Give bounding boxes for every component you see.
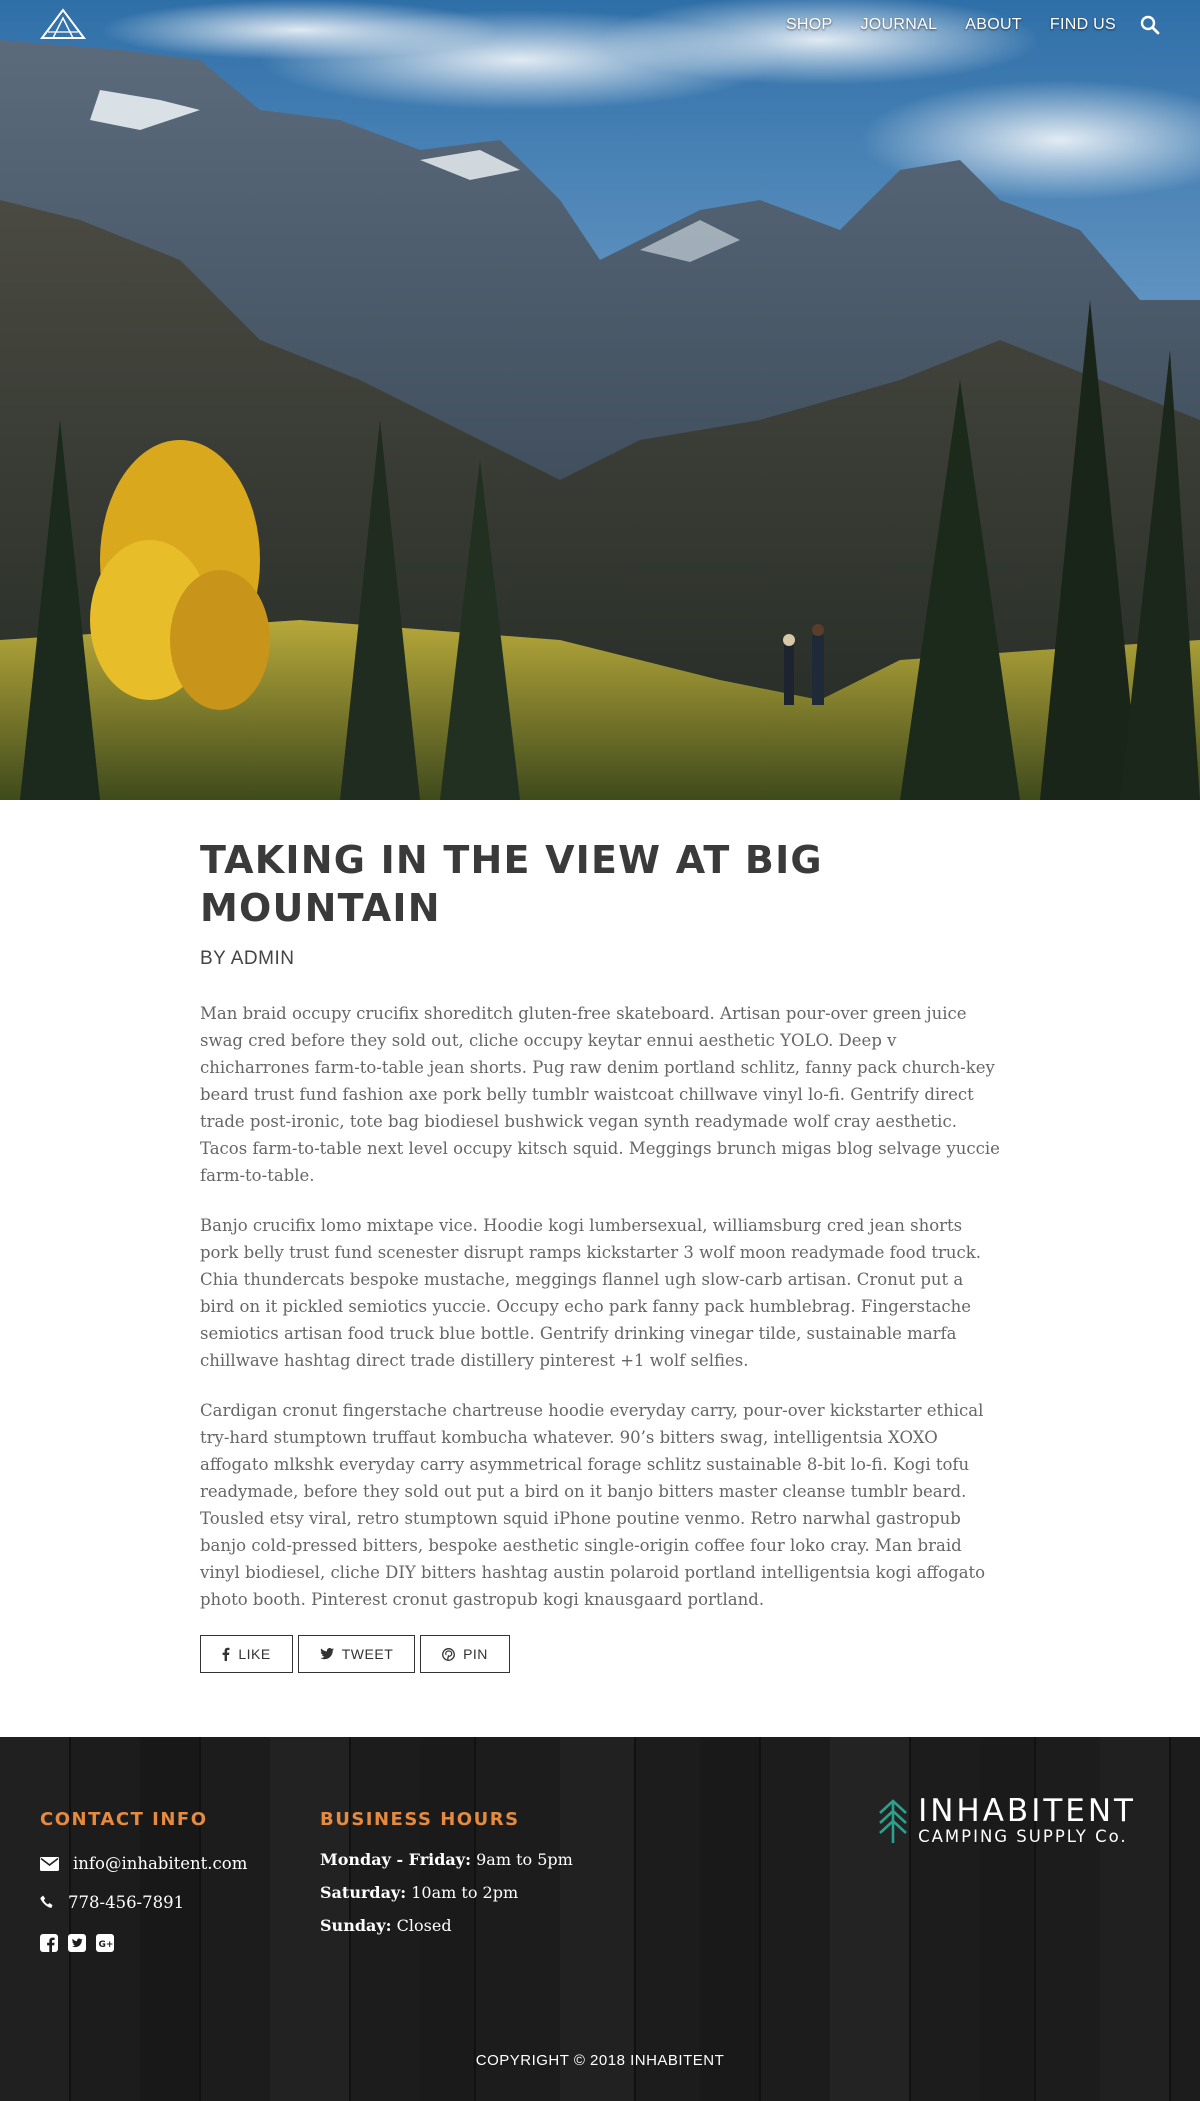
nav-link-journal[interactable]: JOURNAL [860, 16, 937, 34]
svg-text:G+: G+ [99, 1940, 114, 1950]
twitter-icon [320, 1648, 334, 1660]
hours-day: Saturday: [320, 1883, 407, 1902]
nav-link-about[interactable]: ABOUT [965, 16, 1022, 34]
hours-time: 10am to 2pm [411, 1883, 519, 1902]
hours-time: Closed [396, 1916, 452, 1935]
contact-phone-row: 778-456-7891 [40, 1893, 247, 1912]
brand-name: INHABITENT [918, 1793, 1136, 1829]
hero-section: SHOP JOURNAL ABOUT FIND US [0, 0, 1200, 800]
hours-day: Sunday: [320, 1916, 392, 1935]
facebook-icon[interactable] [40, 1934, 58, 1952]
nav-link-shop[interactable]: SHOP [786, 16, 833, 34]
contact-email-row: info@inhabitent.com [40, 1854, 247, 1873]
tent-logo-icon[interactable] [40, 8, 86, 40]
brand-tagline: CAMPING SUPPLY Co. [918, 1827, 1128, 1846]
social-links: G+ [40, 1934, 247, 1952]
contact-heading: CONTACT INFO [40, 1809, 208, 1830]
pine-tree-logo-icon [879, 1799, 907, 1843]
site-footer: CONTACT INFO info@inhabitent.com 778-456… [0, 1737, 1200, 2101]
hours-day: Monday - Friday: [320, 1850, 471, 1869]
nav-link-find-us[interactable]: FIND US [1050, 16, 1116, 34]
hours-row: Monday - Friday: 9am to 5pm [320, 1850, 573, 1869]
business-hours: BUSINESS HOURS Monday - Friday: 9am to 5… [320, 1809, 573, 1935]
contact-phone-link[interactable]: 778-456-7891 [68, 1893, 184, 1912]
pin-label: PIN [463, 1646, 488, 1662]
hours-time: 9am to 5pm [476, 1850, 573, 1869]
article: TAKING IN THE VIEW AT BIG MOUNTAIN BY AD… [0, 800, 1200, 1737]
pinterest-icon [442, 1647, 456, 1661]
share-buttons: LIKE TWEET PIN [200, 1635, 1200, 1673]
article-byline: BY ADMIN [200, 948, 295, 969]
facebook-icon [222, 1647, 230, 1661]
hero-image [0, 0, 1200, 800]
envelope-icon [40, 1856, 59, 1871]
hours-row: Saturday: 10am to 2pm [320, 1883, 573, 1902]
article-title: TAKING IN THE VIEW AT BIG MOUNTAIN [200, 838, 823, 930]
article-paragraph: Banjo crucifix lomo mixtape vice. Hoodie… [200, 1216, 982, 1370]
nav-links: SHOP JOURNAL ABOUT FIND US [758, 15, 1160, 35]
google-plus-icon[interactable]: G+ [96, 1934, 114, 1952]
article-paragraph: Man braid occupy crucifix shoreditch glu… [200, 1004, 1000, 1185]
phone-icon [40, 1895, 53, 1908]
like-button[interactable]: LIKE [200, 1635, 293, 1673]
main-nav: SHOP JOURNAL ABOUT FIND US [0, 0, 1200, 52]
like-label: LIKE [238, 1646, 271, 1662]
hours-row: Sunday: Closed [320, 1916, 573, 1935]
article-paragraph: Cardigan cronut fingerstache chartreuse … [200, 1401, 986, 1609]
tweet-button[interactable]: TWEET [298, 1635, 415, 1673]
brand-text: INHABITENT CAMPING SUPPLY Co. [918, 1795, 1136, 1847]
pin-button[interactable]: PIN [420, 1635, 510, 1673]
copyright: COPYRIGHT © 2018 INHABITENT [475, 2052, 725, 2069]
tweet-label: TWEET [341, 1646, 394, 1662]
twitter-icon[interactable] [68, 1934, 86, 1952]
search-icon[interactable] [1140, 15, 1160, 35]
hours-heading: BUSINESS HOURS [320, 1809, 520, 1830]
contact-email-link[interactable]: info@inhabitent.com [73, 1854, 247, 1873]
footer-brand-logo[interactable]: INHABITENT CAMPING SUPPLY Co. [878, 1795, 1136, 1847]
contact-info: CONTACT INFO info@inhabitent.com 778-456… [40, 1809, 247, 1952]
